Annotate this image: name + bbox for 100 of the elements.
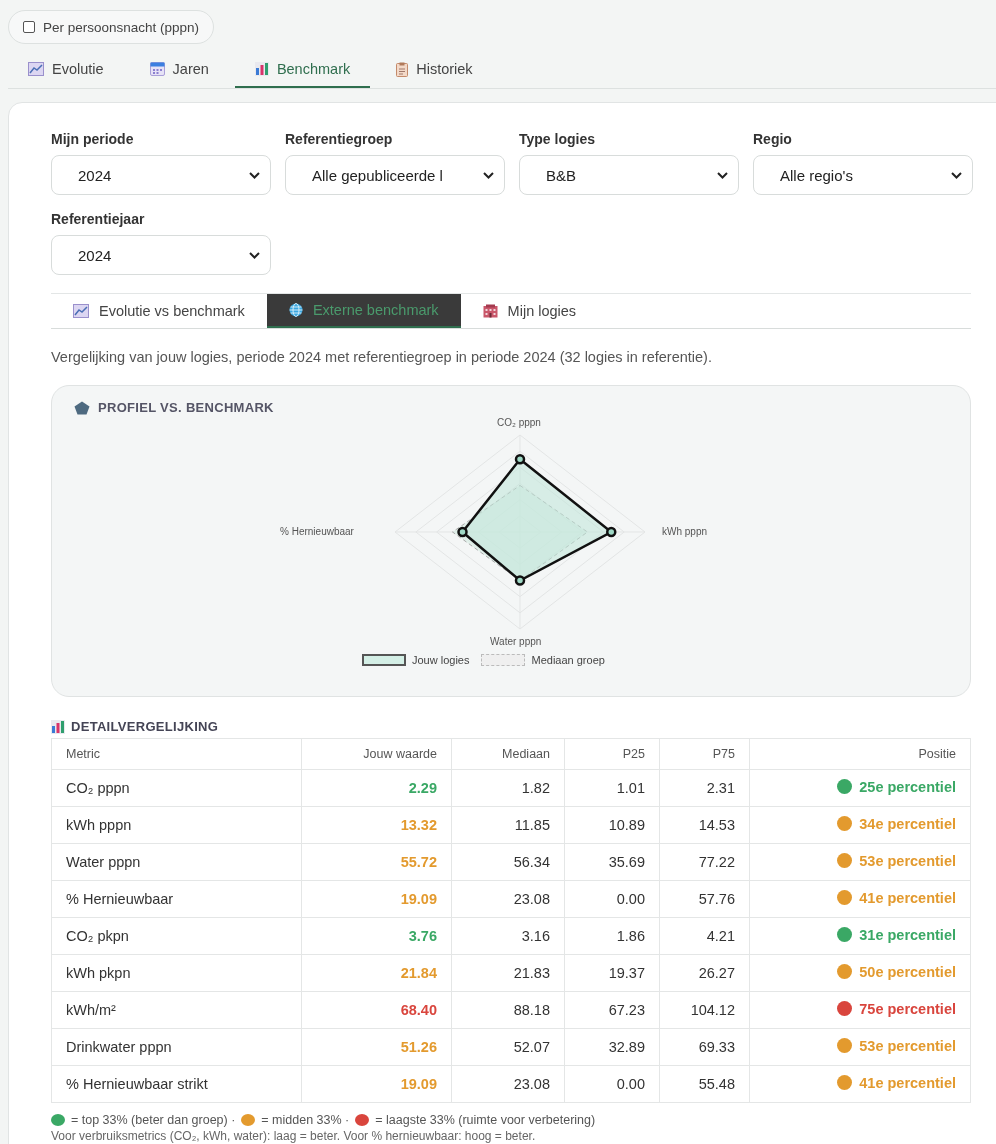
- per-night-toggle[interactable]: Per persoonsnacht (pppn): [8, 10, 215, 44]
- table-cell: 2.31: [659, 769, 750, 807]
- dropdown-select[interactable]: B&B: [519, 155, 739, 195]
- table-cell: 55.48: [659, 1065, 750, 1103]
- view-tab[interactable]: Evolutie vs benchmark: [51, 294, 267, 328]
- table-cell: 3.16: [451, 917, 565, 955]
- column-header: Positie: [749, 738, 971, 770]
- table-cell: 35.69: [564, 843, 660, 881]
- percentile-label: 41e percentiel: [859, 889, 956, 906]
- line-chart-icon: [28, 62, 44, 76]
- field-label: Type logies: [519, 131, 596, 147]
- table-cell: 1.86: [564, 917, 660, 955]
- field-label: Referentiegroep: [285, 131, 394, 147]
- field-label: Mijn periode: [51, 131, 135, 147]
- metric-cell: % Hernieuwbaar: [51, 880, 302, 918]
- value-cell: 3.76: [301, 917, 452, 955]
- percentile-label: 75e percentiel: [859, 1000, 956, 1017]
- metric-cell: % Hernieuwbaar strikt: [51, 1065, 302, 1103]
- table-cell: 77.22: [659, 843, 750, 881]
- building-icon: [482, 304, 498, 318]
- dropdown-select[interactable]: 2024: [51, 155, 271, 195]
- metric-cell: Water pppn: [51, 843, 302, 881]
- value-cell: 2.29: [301, 769, 452, 807]
- table-cell: 10.89: [564, 806, 660, 844]
- table-cell: 23.08: [451, 880, 565, 918]
- table-cell: 56.34: [451, 843, 565, 881]
- legend-swatch: [362, 654, 406, 666]
- table-cell: 26.27: [659, 954, 750, 992]
- column-header: P25: [564, 738, 660, 770]
- table-cell: 21.83: [451, 954, 565, 992]
- column-header: Mediaan: [451, 738, 565, 770]
- table-cell: 52.07: [451, 1028, 565, 1066]
- dropdown-select[interactable]: Alle gepubliceerde l: [285, 155, 505, 195]
- metric-cell: CO₂ pkpn: [51, 917, 302, 955]
- table-cell: 0.00: [564, 880, 660, 918]
- table-cell: 0.00: [564, 1065, 660, 1103]
- percentile-label: 31e percentiel: [859, 926, 956, 943]
- caret-icon: [717, 171, 728, 179]
- legend-label: = top 33% (beter dan groep) ·: [71, 1113, 236, 1127]
- table-cell: 4.21: [659, 917, 750, 955]
- globe-icon: [288, 303, 303, 317]
- value-cell: 13.32: [301, 806, 452, 844]
- value-cell: 55.72: [301, 843, 452, 881]
- percentile-label: 50e percentiel: [859, 963, 956, 980]
- caret-icon: [249, 251, 260, 259]
- nav-tab[interactable]: Historiek: [376, 52, 493, 88]
- section-title: PROFIEL VS. BENCHMARK: [98, 400, 274, 415]
- nav-tab[interactable]: Evolutie: [8, 52, 124, 88]
- percentile-label: 34e percentiel: [859, 815, 956, 832]
- metric-cell: kWh/m²: [51, 991, 302, 1029]
- calendar-icon: [149, 62, 165, 76]
- clipboard-icon: [396, 61, 409, 77]
- table-cell: 14.53: [659, 806, 750, 844]
- percentile-label: 53e percentiel: [859, 1037, 956, 1054]
- nav-tab[interactable]: Jaren: [129, 52, 229, 88]
- dropdown-select[interactable]: 2024: [51, 235, 271, 275]
- axis-label: CO₂ pppn: [497, 417, 541, 428]
- bar-chart-icon: [51, 719, 65, 734]
- section-title: DETAILVERGELIJKING: [71, 719, 219, 734]
- value-cell: 51.26: [301, 1028, 452, 1066]
- table-cell: 1.01: [564, 769, 660, 807]
- legend-swatch: [481, 654, 526, 666]
- percentile-label: 53e percentiel: [859, 852, 956, 869]
- pentagon-icon: [74, 400, 90, 415]
- table-cell: 32.89: [564, 1028, 660, 1066]
- legend-label: Mediaan groep: [531, 654, 605, 666]
- axis-label: % Hernieuwbaar: [280, 526, 354, 537]
- table-cell: 57.76: [659, 880, 750, 918]
- caret-icon: [483, 171, 494, 179]
- line-chart-icon: [73, 304, 89, 318]
- field-label: Referentiejaar: [51, 211, 146, 227]
- percentile-label: 41e percentiel: [859, 1074, 956, 1091]
- value-cell: 68.40: [301, 991, 452, 1029]
- value-cell: 19.09: [301, 1065, 452, 1103]
- value-cell: 19.09: [301, 880, 452, 918]
- table-cell: 67.23: [564, 991, 660, 1029]
- table-cell: 88.18: [451, 991, 565, 1029]
- view-tab[interactable]: Mijn logies: [460, 294, 599, 328]
- metric-cell: Drinkwater pppn: [51, 1028, 302, 1066]
- caret-icon: [249, 171, 260, 179]
- note-text: Voor verbruiksmetrics (CO₂, kWh, water): laag = beter. Voor % hernieuwbaar: hoog = beter.: [51, 1129, 537, 1143]
- dropdown-select[interactable]: Alle regio's: [753, 155, 973, 195]
- metric-cell: kWh pppn: [51, 806, 302, 844]
- description-text: Vergelijking van jouw logies, periode 2024 met referentiegroep in periode 2024 (32 logies in referentie).: [51, 349, 713, 365]
- percentile-label: 25e percentiel: [859, 778, 956, 795]
- nav-tab[interactable]: Benchmark: [234, 52, 371, 88]
- table-cell: 69.33: [659, 1028, 750, 1066]
- bar-chart-icon: [254, 62, 269, 76]
- checkbox[interactable]: [23, 21, 35, 33]
- caret-icon: [951, 171, 962, 179]
- column-header: Metric: [51, 738, 302, 770]
- axis-label: Water pppn: [490, 636, 542, 647]
- metric-cell: kWh pkpn: [51, 954, 302, 992]
- legend-label: = laagste 33% (ruimte voor verbetering): [375, 1113, 596, 1127]
- legend-label: = midden 33% ·: [261, 1113, 350, 1127]
- value-cell: 21.84: [301, 954, 452, 992]
- table-cell: 19.37: [564, 954, 660, 992]
- column-header: P75: [659, 738, 750, 770]
- table-cell: 11.85: [451, 806, 565, 844]
- metric-cell: CO₂ pppn: [51, 769, 302, 807]
